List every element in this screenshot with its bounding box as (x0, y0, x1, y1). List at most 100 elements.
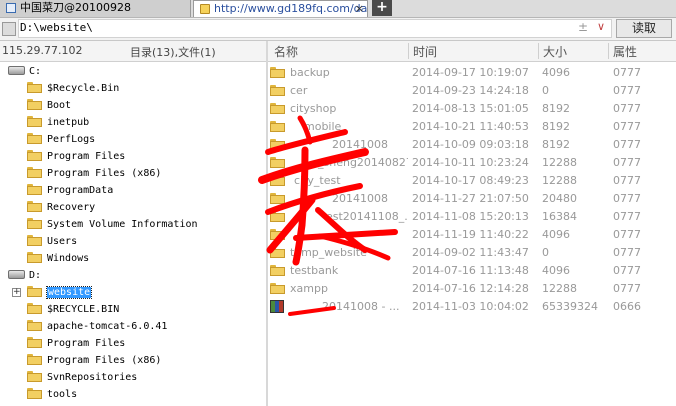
file-attr: 0777 (613, 192, 641, 205)
path-bar: D:\website\ ± ∨ 读取 (0, 18, 676, 41)
tree-item-label: Program Files (x86) (47, 168, 162, 179)
tree-folder[interactable]: System Volume Information (27, 216, 198, 233)
file-row[interactable]: backup 2014-09-17 10:19:07 4096 0777 (268, 64, 676, 82)
path-value: D:\website\ (20, 21, 93, 34)
tree-item-label: apache-tomcat-6.0.41 (47, 321, 168, 332)
file-attr: 0777 (613, 246, 641, 259)
tree-item-label: Program Files (x86) (47, 355, 162, 366)
close-tab-icon[interactable]: × (355, 1, 364, 16)
tree-folder[interactable]: apache-tomcat-6.0.41 (27, 318, 167, 335)
file-name: mobile (304, 120, 342, 133)
file-time: 2014-07-16 11:13:48 (412, 264, 529, 277)
read-button[interactable]: 读取 (616, 19, 672, 38)
new-tab-button[interactable]: + (372, 0, 392, 16)
file-row[interactable]: 20141008 2014-11-27 21:07:50 20480 0777 (268, 190, 676, 208)
tree-folder[interactable]: SvnRepositories (27, 369, 137, 386)
folder-icon (270, 120, 285, 132)
file-row[interactable]: cityshop 2014-08-13 15:01:05 8192 0777 (268, 100, 676, 118)
file-name: 20141008 (332, 138, 388, 151)
chevron-down-icon[interactable]: ∨ (597, 20, 605, 33)
folder-icon (27, 336, 42, 348)
directory-summary: 目录(13),文件(1) (130, 46, 216, 59)
file-name: cer (290, 84, 308, 97)
folder-icon (27, 149, 42, 161)
file-attr: 0777 (613, 66, 641, 79)
tree-folder-selected[interactable]: website (27, 284, 93, 301)
file-time: 2014-11-19 11:40:22 (412, 228, 529, 241)
archive-icon (270, 299, 284, 313)
tree-folder[interactable]: $RECYCLE.BIN (27, 301, 119, 318)
file-time: 2014-11-08 15:20:13 (412, 210, 529, 223)
tab-file-manager[interactable]: http://www.gd189fq.com/dat × (193, 0, 368, 17)
file-size: 20480 (542, 192, 577, 205)
tree-folder[interactable]: Windows (27, 250, 89, 267)
file-attr: 0777 (613, 264, 641, 277)
folder-icon (27, 217, 42, 229)
tree-folder[interactable]: Program Files (27, 148, 125, 165)
tree-folder[interactable]: Boot (27, 97, 71, 114)
column-divider[interactable] (408, 43, 409, 59)
folder-icon (270, 174, 285, 186)
file-name: temp_website (290, 246, 367, 259)
file-time: 2014-10-09 09:03:18 (412, 138, 529, 151)
column-divider[interactable] (538, 43, 539, 59)
column-header-name[interactable]: 名称 (274, 43, 298, 59)
folder-icon (27, 319, 42, 331)
file-time: 2014-11-03 10:04:02 (412, 300, 529, 313)
tree-item-label: inetpub (47, 117, 90, 128)
folder-icon (270, 246, 285, 258)
file-row[interactable]: cer 2014-09-23 14:24:18 0 0777 (268, 82, 676, 100)
tree-item-label: C: (29, 66, 42, 77)
file-time: 2014-10-11 10:23:24 (412, 156, 529, 169)
path-input[interactable] (18, 19, 612, 38)
column-header-attr[interactable]: 属性 (613, 43, 637, 59)
plus-minus-icon[interactable]: ± (578, 20, 588, 34)
folder-icon (27, 387, 42, 399)
tree-folder[interactable]: PerfLogs (27, 131, 95, 148)
file-row[interactable]: temp_website 2014-09-02 11:43:47 0 0777 (268, 244, 676, 262)
folder-icon (27, 132, 42, 144)
folder-icon (270, 210, 285, 222)
tree-folder[interactable]: $Recycle.Bin (27, 80, 119, 97)
folder-icon (270, 156, 285, 168)
file-attr: 0777 (613, 174, 641, 187)
expand-toggle[interactable]: + (12, 288, 21, 297)
file-row[interactable]: city_test 2014-10-17 08:49:23 12288 0777 (268, 172, 676, 190)
tree-drive-c[interactable]: C: (8, 63, 41, 80)
folder-icon (270, 192, 285, 204)
column-divider[interactable] (608, 43, 609, 59)
tree-item-label: Boot (47, 100, 72, 111)
tree-folder[interactable]: tools (27, 386, 77, 403)
file-name: est20141108_... (326, 210, 408, 223)
tree-folder[interactable]: Users (27, 233, 77, 250)
file-time: 2014-07-16 12:14:28 (412, 282, 529, 295)
tree-folder[interactable]: Program Files (x86) (27, 352, 161, 369)
folder-icon (27, 370, 42, 382)
tree-folder[interactable]: Recovery (27, 199, 95, 216)
tree-item-label: Windows (47, 253, 90, 264)
file-list-header: 名称 时间 大小 属性 (268, 41, 676, 62)
column-header-time[interactable]: 时间 (413, 43, 437, 59)
file-time: 2014-09-17 10:19:07 (412, 66, 529, 79)
file-size: 4096 (542, 264, 570, 277)
tree-folder[interactable]: inetpub (27, 114, 89, 131)
tab-shell-manager[interactable]: 中国菜刀@20100928 (0, 0, 191, 17)
file-row[interactable]: _sheng20140827 2014-10-11 10:23:24 12288… (268, 154, 676, 172)
file-name: 20141008 - ... (322, 300, 400, 313)
folder-icon (27, 98, 42, 110)
file-row[interactable]: est20141108_... 2014-11-08 15:20:13 1638… (268, 208, 676, 226)
column-header-size[interactable]: 大小 (543, 43, 567, 59)
file-row[interactable]: 20141008 2014-10-09 09:03:18 8192 0777 (268, 136, 676, 154)
tree-drive-d[interactable]: D: (8, 267, 41, 284)
file-name: xampp (290, 282, 328, 295)
tree-folder[interactable]: Program Files (27, 335, 125, 352)
file-row[interactable]: 2014-11-19 11:40:22 4096 0777 (268, 226, 676, 244)
file-row[interactable]: 20141008 - ... 2014-11-03 10:04:02 65339… (268, 298, 676, 316)
tree-folder[interactable]: Program Files (x86) (27, 165, 161, 182)
file-row[interactable]: testbank 2014-07-16 11:13:48 4096 0777 (268, 262, 676, 280)
folder-icon (27, 234, 42, 246)
drive-icon (2, 22, 16, 36)
file-row[interactable]: mobile 2014-10-21 11:40:53 8192 0777 (268, 118, 676, 136)
tree-folder[interactable]: ProgramData (27, 182, 113, 199)
file-row[interactable]: xampp 2014-07-16 12:14:28 12288 0777 (268, 280, 676, 298)
